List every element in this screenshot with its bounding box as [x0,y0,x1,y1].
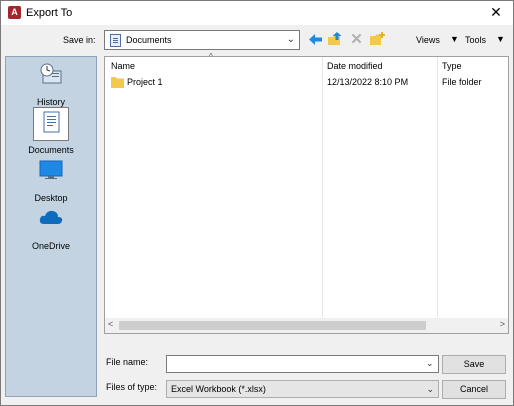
scroll-right-icon[interactable]: > [500,319,505,329]
scrollbar-thumb[interactable] [119,321,426,330]
place-documents[interactable]: Documents [6,107,96,155]
close-button[interactable]: ✕ [487,3,505,21]
onedrive-icon [39,207,63,229]
column-header-date[interactable]: Date modified [327,61,383,71]
file-type: File folder [442,77,482,87]
save-in-value: Documents [126,35,172,45]
column-header-name[interactable]: Name [111,61,135,71]
place-onedrive[interactable]: OneDrive [6,205,96,251]
column-header-type[interactable]: Type [442,61,462,71]
column-divider [437,57,438,317]
sort-ascending-icon: ^ [209,52,213,61]
place-label-desktop: Desktop [34,193,68,203]
file-date: 12/13/2022 8:10 PM [327,77,409,87]
file-list[interactable]: Name ^ Date modified Type Project 1 12/1… [104,52,509,334]
save-button[interactable]: Save [442,355,506,374]
place-desktop[interactable]: Desktop [6,157,96,203]
places-bar: History Documents Desktop OneDrive [5,56,97,397]
files-of-type-dropdown[interactable]: Excel Workbook (*.xlsx) ⌄ [166,380,439,398]
place-history[interactable]: History [6,61,96,107]
place-label-documents: Documents [28,145,74,155]
views-button[interactable]: Views [416,35,440,45]
file-name: Project 1 [127,77,163,87]
cancel-button[interactable]: Cancel [442,380,506,399]
list-item[interactable]: Project 1 12/13/2022 8:10 PM File folder [105,75,508,91]
tools-button[interactable]: Tools [465,35,486,45]
tools-dropdown-arrow-icon[interactable]: ▼ [496,34,505,44]
scroll-left-icon[interactable]: < [108,319,113,329]
horizontal-scrollbar[interactable]: < > [105,318,508,333]
desktop-icon [39,159,63,181]
dialog-title: Export To [26,7,73,19]
views-dropdown-arrow-icon[interactable]: ▼ [450,34,459,44]
documents-folder-icon [110,34,121,47]
access-app-icon: A [8,6,21,19]
file-name-input[interactable] [166,355,439,373]
file-name-dropdown-icon[interactable]: ⌄ [426,358,434,369]
file-name-label: File name: [106,357,149,367]
folder-icon [111,76,124,88]
delete-icon[interactable]: ✕ [348,31,365,48]
documents-icon [39,111,63,133]
place-label-onedrive: OneDrive [31,241,70,251]
up-folder-icon[interactable] [327,31,344,48]
new-folder-icon[interactable] [369,31,386,48]
files-of-type-label: Files of type: [106,382,158,392]
chevron-down-icon: ⌄ [286,34,295,45]
save-in-label: Save in: [63,35,96,45]
save-in-dropdown[interactable]: Documents ⌄ [104,30,300,50]
title-bar: A Export To ✕ [1,1,513,25]
back-arrow-icon[interactable] [307,31,324,48]
export-dialog: A Export To ✕ Save in: Documents ⌄ ✕ Vie… [0,0,514,406]
column-divider [322,57,323,317]
place-label-history: History [36,97,65,107]
history-icon [39,63,63,85]
files-of-type-value: Excel Workbook (*.xlsx) [171,384,266,394]
chevron-down-icon: ⌄ [426,384,434,394]
